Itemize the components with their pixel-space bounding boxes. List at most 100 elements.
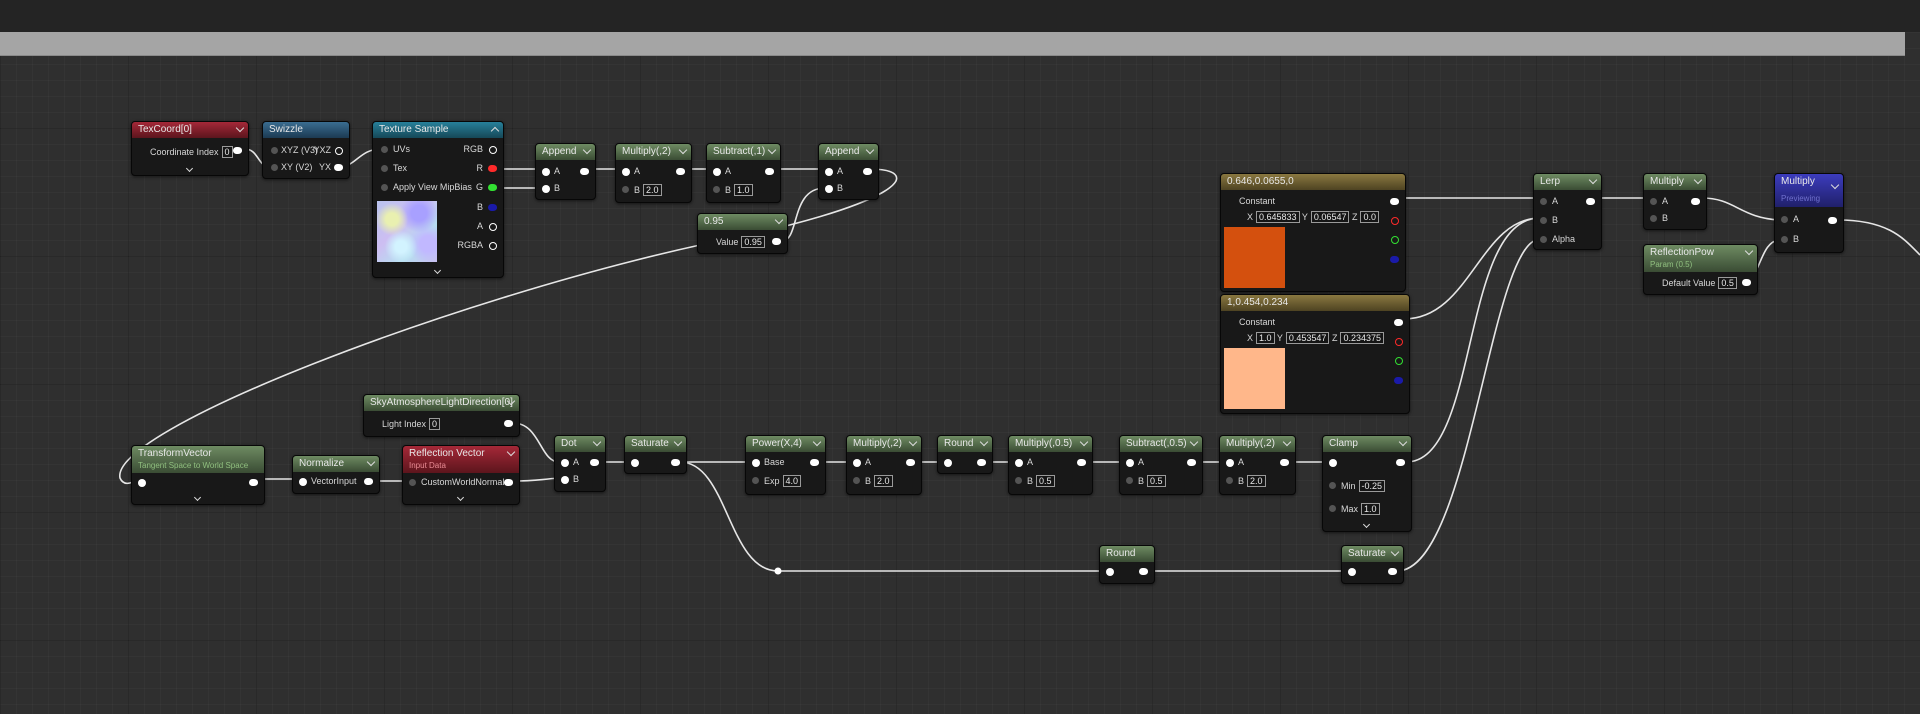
expand-icon[interactable] <box>1362 520 1371 529</box>
material-graph-canvas[interactable] <box>0 0 1920 714</box>
output-pin[interactable] <box>772 238 781 245</box>
output-pin[interactable] <box>1390 198 1399 205</box>
output-pin[interactable] <box>504 479 513 486</box>
comment-box-header[interactable] <box>0 32 1905 56</box>
chevron-down-icon[interactable] <box>1390 547 1400 557</box>
append-node[interactable]: Append A B <box>818 143 879 200</box>
input-pin-a[interactable] <box>1126 459 1134 467</box>
input-pin[interactable] <box>1348 568 1356 576</box>
chevron-down-icon[interactable] <box>1282 437 1292 447</box>
green-output-pin[interactable] <box>488 184 497 191</box>
input-pin[interactable] <box>1329 459 1337 467</box>
append-node[interactable]: Append A B <box>535 143 596 200</box>
input-pin-alpha[interactable] <box>1540 236 1547 243</box>
saturate-node[interactable]: Saturate <box>1341 545 1404 584</box>
chevron-down-icon[interactable] <box>678 145 688 155</box>
chevron-down-icon[interactable] <box>506 447 516 457</box>
coordinate-index-field[interactable]: Coordinate Index 0 <box>150 146 233 158</box>
chevron-down-icon[interactable] <box>592 437 602 447</box>
output-pin[interactable] <box>765 168 774 175</box>
output-pin[interactable] <box>1077 459 1086 466</box>
chevron-down-icon[interactable] <box>1588 175 1598 185</box>
input-pin-max[interactable] <box>1329 505 1336 512</box>
input-pin[interactable] <box>381 146 388 153</box>
output-pin[interactable] <box>810 459 819 466</box>
exp-value-field[interactable]: Exp 4.0 <box>764 475 802 487</box>
input-pin-b[interactable] <box>622 186 629 193</box>
expand-icon[interactable] <box>185 164 194 173</box>
input-pin[interactable] <box>381 184 388 191</box>
input-pin-b[interactable] <box>825 185 833 193</box>
blue-output-pin[interactable] <box>488 204 497 211</box>
lerp-node[interactable]: Lerp A B Alpha <box>1533 173 1602 250</box>
input-pin-b[interactable] <box>713 186 720 193</box>
chevron-down-icon[interactable] <box>908 437 918 447</box>
chevron-down-icon[interactable] <box>774 215 784 225</box>
b-value-field[interactable]: B 0.5 <box>1138 475 1166 487</box>
chevron-down-icon[interactable] <box>582 145 592 155</box>
red-output-pin[interactable] <box>488 165 497 172</box>
blue-output-pin[interactable] <box>1390 256 1399 263</box>
output-pin[interactable] <box>1742 279 1751 286</box>
input-pin[interactable] <box>409 479 416 486</box>
output-pin[interactable] <box>1586 198 1595 205</box>
input-pin-b[interactable] <box>1015 477 1022 484</box>
input-pin[interactable] <box>271 147 278 154</box>
chevron-down-icon[interactable] <box>1693 175 1703 185</box>
power-node[interactable]: Power(X,4) Base Exp 4.0 <box>745 435 826 495</box>
texture-sample-node[interactable]: Texture Sample UVs Tex Apply View MipBia… <box>372 121 504 278</box>
input-pin-a[interactable] <box>561 459 569 467</box>
input-pin-a[interactable] <box>1540 198 1547 205</box>
normalize-node[interactable]: Normalize VectorInput <box>292 455 380 494</box>
output-pin[interactable] <box>489 146 497 154</box>
chevron-down-icon[interactable] <box>1830 180 1840 190</box>
input-pin-b[interactable] <box>542 185 550 193</box>
constant-color-peach-node[interactable]: 1,0.454,0.234 Constant X 1.0 Y 0.453547 Z0… <box>1220 294 1410 414</box>
output-pin[interactable] <box>676 168 685 175</box>
chevron-down-icon[interactable] <box>235 123 245 133</box>
input-pin-min[interactable] <box>1329 482 1336 489</box>
transform-vector-node[interactable]: TransformVector Tangent Space to World Sp… <box>131 445 265 505</box>
output-pin[interactable] <box>1396 459 1405 466</box>
input-pin-b[interactable] <box>853 477 860 484</box>
input-pin-b[interactable] <box>1126 477 1133 484</box>
red-output-pin[interactable] <box>1395 338 1403 346</box>
input-pin-a[interactable] <box>542 168 550 176</box>
input-pin-b[interactable] <box>561 476 569 484</box>
reflection-vector-node[interactable]: Reflection Vector Input Data CustomWorldN… <box>402 445 520 505</box>
xyz-fields[interactable]: X 1.0 Y 0.453547 Z 0.234375 <box>1247 332 1384 344</box>
expand-icon[interactable] <box>193 493 202 502</box>
expand-icon[interactable] <box>456 493 465 502</box>
b-value-field[interactable]: B 2.0 <box>865 475 893 487</box>
input-pin-a[interactable] <box>1015 459 1023 467</box>
clamp-node[interactable]: Clamp Min -0.25 Max 1.0 <box>1322 435 1412 532</box>
rgba-output-pin[interactable] <box>489 242 497 250</box>
chevron-down-icon[interactable] <box>1079 437 1089 447</box>
b-value-field[interactable]: B 2.0 <box>1238 475 1266 487</box>
input-pin-b[interactable] <box>1781 236 1788 243</box>
output-pin[interactable] <box>580 168 589 175</box>
max-value-field[interactable]: Max 1.0 <box>1341 503 1380 515</box>
expand-icon[interactable] <box>433 266 442 275</box>
texcoord-node[interactable]: TexCoord[0] Coordinate Index 0 <box>131 121 249 176</box>
input-pin[interactable] <box>381 165 388 172</box>
output-pin[interactable] <box>1691 198 1700 205</box>
input-pin[interactable] <box>631 459 639 467</box>
b-value-field[interactable]: B 0.5 <box>1027 475 1055 487</box>
value-field[interactable]: Value 0.95 <box>716 236 765 248</box>
output-pin[interactable] <box>249 479 258 486</box>
saturate-node[interactable]: Saturate <box>624 435 687 474</box>
multiply-preview-node[interactable]: Multiply Previewing A B <box>1774 173 1844 253</box>
input-pin-a[interactable] <box>622 168 630 176</box>
b-value-field[interactable]: B 1.0 <box>725 184 753 196</box>
reflection-pow-node[interactable]: ReflectionPow Param (0.5) Default Value 0.… <box>1643 244 1758 295</box>
multiply-2-node[interactable]: Multiply(,2) A B 2.0 <box>615 143 692 203</box>
input-pin[interactable] <box>138 479 146 487</box>
chevron-down-icon[interactable] <box>812 437 822 447</box>
input-pin-base[interactable] <box>752 459 760 467</box>
output-pin[interactable] <box>906 459 915 466</box>
output-pin[interactable] <box>671 459 680 466</box>
input-pin[interactable] <box>944 459 952 467</box>
subtract-05-node[interactable]: Subtract(,0.5) A B 0.5 <box>1119 435 1203 495</box>
output-pin[interactable] <box>233 147 242 154</box>
